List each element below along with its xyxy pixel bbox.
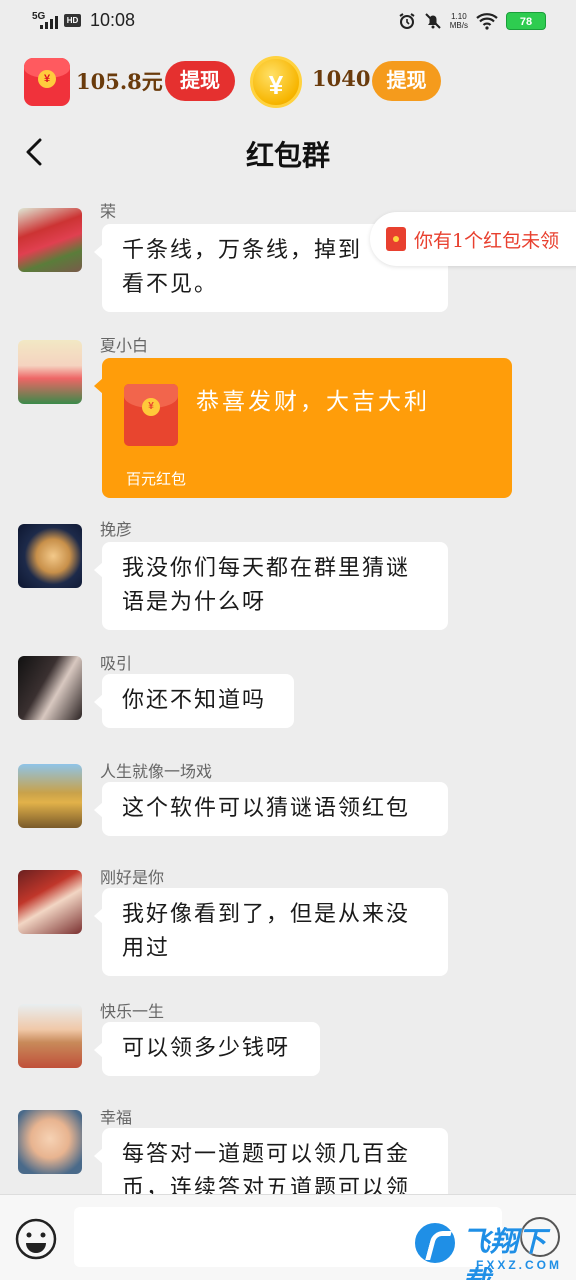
message-bubble[interactable]: 你还不知道吗	[94, 674, 294, 728]
red-packet-label: 百元红包	[126, 470, 187, 488]
red-packet-icon	[386, 227, 406, 251]
message-bubble[interactable]: 我没你们每天都在群里猜谜 语是为什么呀	[94, 542, 448, 630]
watermark: 飞翔下载 FXXZ.COM	[412, 1220, 572, 1280]
battery-icon: 78	[506, 12, 546, 30]
avatar[interactable]	[18, 764, 82, 828]
unclaimed-red-packet-tip[interactable]: 你有1个红包未领	[370, 212, 576, 266]
avatar[interactable]	[18, 208, 82, 272]
chat-list[interactable]: 荣 千条线，万条线，掉到 看不见。 夏小白 ¥ 恭喜发财，大吉大利 百元红包 挽彦…	[0, 190, 576, 1194]
message-bubble[interactable]: 可以领多少钱呀	[94, 1022, 320, 1076]
cash-balance: 105.8元	[76, 69, 163, 94]
sender-name: 荣	[100, 202, 117, 221]
status-bar: 5G HD 10:08 1.10 MB/s 78	[0, 0, 576, 44]
coin-balance: 1040	[312, 66, 371, 91]
avatar[interactable]	[18, 340, 82, 404]
red-packet-icon: ¥	[124, 384, 178, 446]
status-icons: 1.10 MB/s 78	[398, 12, 546, 30]
message-bubble[interactable]: 每答对一道题可以领几百金 币，连续答对五道题可以领	[94, 1128, 448, 1194]
red-envelope-icon[interactable]: ¥	[24, 58, 70, 106]
wifi-icon	[476, 13, 498, 30]
sender-name: 夏小白	[100, 336, 149, 355]
withdraw-coins-button[interactable]: 提现	[372, 61, 441, 101]
avatar[interactable]	[18, 656, 82, 720]
nav-bar: 红包群	[0, 126, 576, 178]
mute-bell-icon	[425, 13, 441, 29]
withdraw-cash-button[interactable]: 提现	[165, 61, 235, 101]
sender-name: 吸引	[100, 654, 133, 673]
message-bubble[interactable]: 我好像看到了，但是从来没 用过	[94, 888, 448, 976]
watermark-logo-icon	[412, 1220, 458, 1266]
avatar[interactable]	[18, 524, 82, 588]
avatar[interactable]	[18, 1110, 82, 1174]
reward-bar: ¥ 105.8元 提现 ¥ 1040 提现	[0, 52, 576, 112]
message-bubble[interactable]: 这个软件可以猜谜语领红包	[94, 782, 448, 836]
sender-name: 幸福	[100, 1108, 133, 1127]
sender-name: 刚好是你	[100, 868, 165, 887]
page-title: 红包群	[245, 139, 330, 172]
gold-coin-icon[interactable]: ¥	[250, 56, 302, 108]
hd-icon: HD	[64, 14, 81, 27]
clock: 10:08	[90, 10, 136, 30]
red-packet-message[interactable]: ¥ 恭喜发财，大吉大利 百元红包	[94, 358, 512, 498]
red-packet-title: 恭喜发财，大吉大利	[196, 389, 430, 415]
avatar[interactable]	[18, 1004, 82, 1068]
tip-text: 你有1个红包未领	[414, 230, 560, 252]
watermark-sub: FXXZ.COM	[476, 1258, 562, 1272]
sender-name: 人生就像一场戏	[100, 762, 213, 781]
avatar[interactable]	[18, 870, 82, 934]
signal-icon	[40, 16, 58, 29]
network-speed: 1.10 MB/s	[449, 12, 468, 30]
sender-name: 快乐一生	[100, 1002, 165, 1021]
alarm-icon	[399, 13, 415, 29]
sender-name: 挽彦	[100, 520, 133, 539]
emoji-icon[interactable]	[14, 1217, 58, 1261]
